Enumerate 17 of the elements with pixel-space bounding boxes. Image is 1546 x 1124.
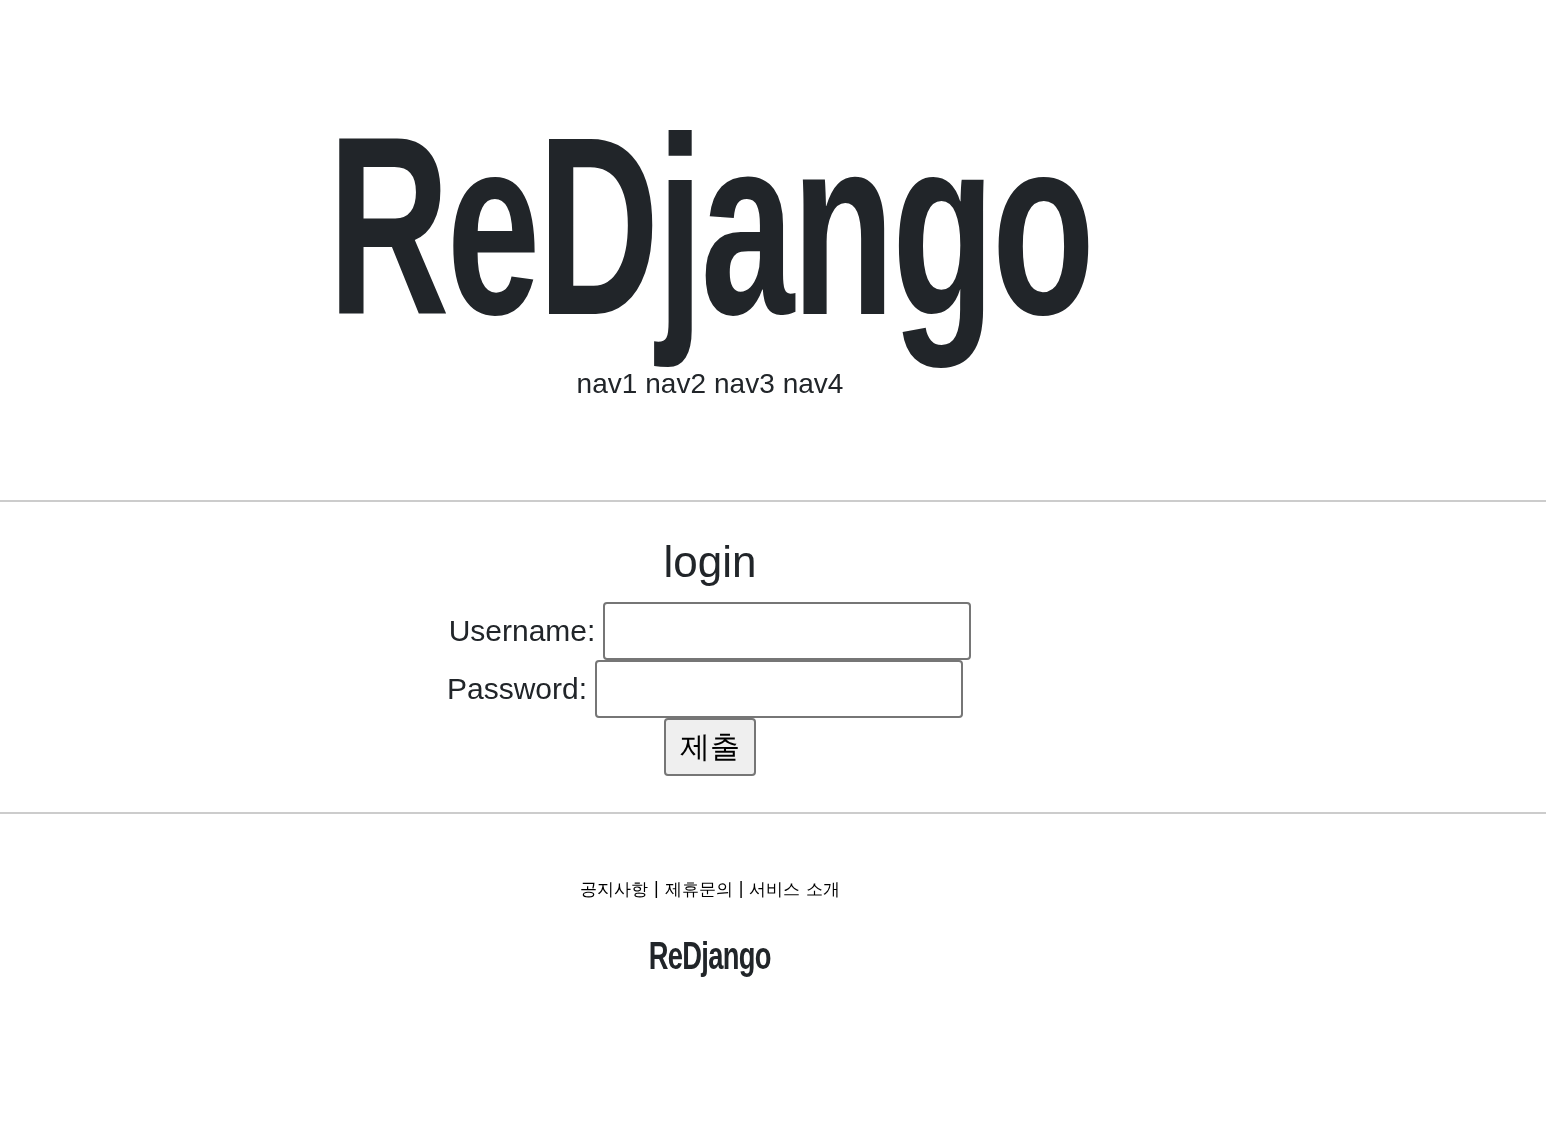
submit-button[interactable]: 제출 — [664, 718, 756, 777]
separator: | — [738, 878, 744, 901]
footer-link[interactable]: 제휴문의 — [664, 878, 733, 902]
login-title: login — [663, 538, 757, 587]
nav-link[interactable]: nav4 — [782, 368, 844, 400]
field-label: Username: — [448, 614, 596, 649]
footer-logo: ReDjango — [649, 935, 771, 979]
nav-link[interactable]: nav3 — [714, 368, 775, 400]
nav-link[interactable]: nav1 — [576, 368, 638, 400]
input-field[interactable] — [603, 602, 972, 661]
site-logo: ReDjango — [327, 98, 1093, 368]
nav-link[interactable]: nav2 — [645, 368, 706, 400]
input-field[interactable] — [595, 660, 964, 719]
footer-link[interactable]: 서비스 소개 — [749, 878, 840, 902]
footer-link[interactable]: 공지사항 — [580, 878, 649, 902]
separator: | — [654, 878, 659, 901]
field-label: Password: — [446, 672, 588, 707]
